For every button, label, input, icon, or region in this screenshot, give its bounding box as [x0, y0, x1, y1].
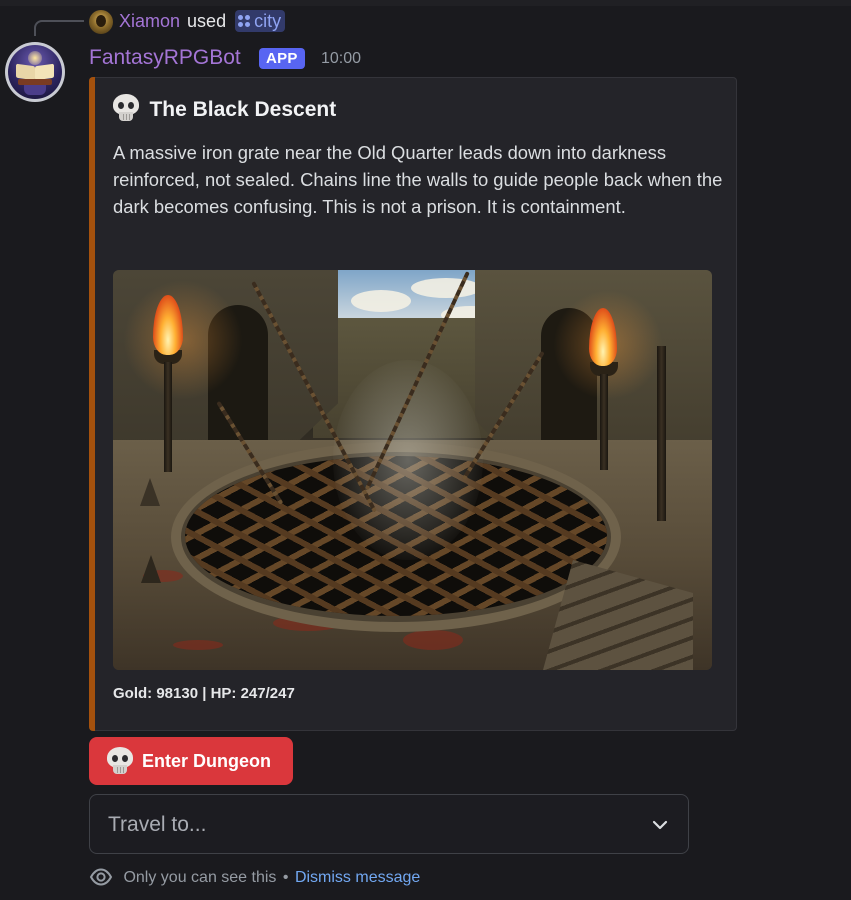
reply-text: Xiamon used city: [119, 10, 286, 32]
bot-username[interactable]: FantasyRPGBot: [89, 45, 241, 71]
skull-icon: [107, 747, 133, 775]
embed-image[interactable]: [113, 270, 712, 670]
ephemeral-notice: Only you can see this • Dismiss message: [89, 866, 420, 890]
message-timestamp[interactable]: 10:00: [321, 49, 361, 69]
travel-select[interactable]: Travel to...: [89, 794, 689, 854]
chevron-down-icon: [652, 820, 668, 830]
dismiss-message-link[interactable]: Dismiss message: [295, 869, 420, 886]
skull-icon: [113, 94, 139, 122]
eye-icon: [89, 868, 113, 886]
embed-accent-bar: [89, 77, 95, 731]
slash-command-icon: [238, 15, 251, 28]
app-badge: APP: [259, 48, 305, 69]
bot-avatar[interactable]: [5, 42, 65, 102]
ephemeral-separator: •: [282, 869, 289, 886]
reply-username[interactable]: Xiamon: [119, 11, 180, 31]
embed-description: A massive iron grate near the Old Quarte…: [113, 142, 723, 217]
embed-title-row: The Black Descent: [113, 94, 337, 124]
reply-spine: [34, 20, 84, 36]
travel-select-placeholder: Travel to...: [108, 813, 207, 836]
reply-user-avatar[interactable]: [89, 10, 113, 34]
ephemeral-text: Only you can see this: [123, 869, 277, 886]
command-pill[interactable]: city: [235, 10, 286, 32]
enter-dungeon-label: Enter Dungeon: [142, 751, 271, 771]
embed-title: The Black Descent: [149, 98, 337, 121]
reply-used-word: used: [187, 11, 227, 31]
command-reply-header: Xiamon used city: [0, 6, 851, 36]
embed-footer: Gold: 98130 | HP: 247/247: [113, 685, 295, 702]
enter-dungeon-button[interactable]: Enter Dungeon: [89, 737, 293, 785]
command-name: city: [254, 11, 282, 31]
